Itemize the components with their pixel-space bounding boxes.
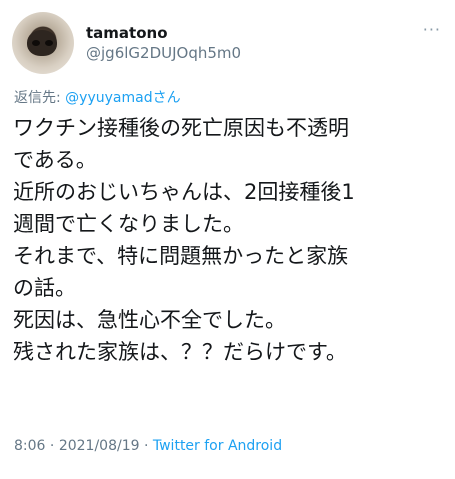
tweet-body-line: ワクチン接種後の死亡原因も不透明 xyxy=(13,116,349,140)
tweet-body-line: である。 xyxy=(13,148,97,172)
author-handle[interactable]: @jg6lG2DUJOqh5m0 xyxy=(86,44,241,62)
tweet-body-line: 週間で亡くなりました。 xyxy=(13,212,244,236)
more-options-icon[interactable]: ··· xyxy=(423,22,441,38)
dog-nose-avatar[interactable] xyxy=(12,12,74,74)
tweet-body-line: 近所のおじいちゃんは、2回接種後1 xyxy=(13,180,355,204)
tweet-body-line: 残された家族は、？？だらけです。 xyxy=(13,340,347,364)
tweet-body: ワクチン接種後の死亡原因も不透明 である。 近所のおじいちゃんは、2回接種後1 … xyxy=(13,112,449,368)
tweet-time[interactable]: 8:06 xyxy=(14,438,45,454)
author-display-name[interactable]: tamatono xyxy=(86,24,168,42)
reply-to-prefix: 返信先: xyxy=(14,90,66,106)
meta-separator: · xyxy=(45,438,59,454)
tweet-body-line: それまで、特に問題無かったと家族 xyxy=(13,244,349,268)
reply-to-line: 返信先: @yyuyamadさん xyxy=(14,87,181,107)
avatar-nostril-left xyxy=(32,40,40,46)
tweet-meta: 8:06 · 2021/08/19 · Twitter for Android xyxy=(14,438,282,454)
tweet-date[interactable]: 2021/08/19 xyxy=(59,438,140,454)
reply-to-mention-link[interactable]: @yyuyamadさん xyxy=(65,90,180,106)
tweet-body-line: の話。 xyxy=(13,276,76,300)
tweet-body-line: 死因は、急性心不全でした。 xyxy=(13,308,286,332)
avatar-nostril-right xyxy=(45,40,53,46)
tweet-card: tamatono @jg6lG2DUJOqh5m0 ··· 返信先: @yyuy… xyxy=(0,0,455,479)
tweet-source-link[interactable]: Twitter for Android xyxy=(153,438,282,454)
meta-separator: · xyxy=(139,438,153,454)
